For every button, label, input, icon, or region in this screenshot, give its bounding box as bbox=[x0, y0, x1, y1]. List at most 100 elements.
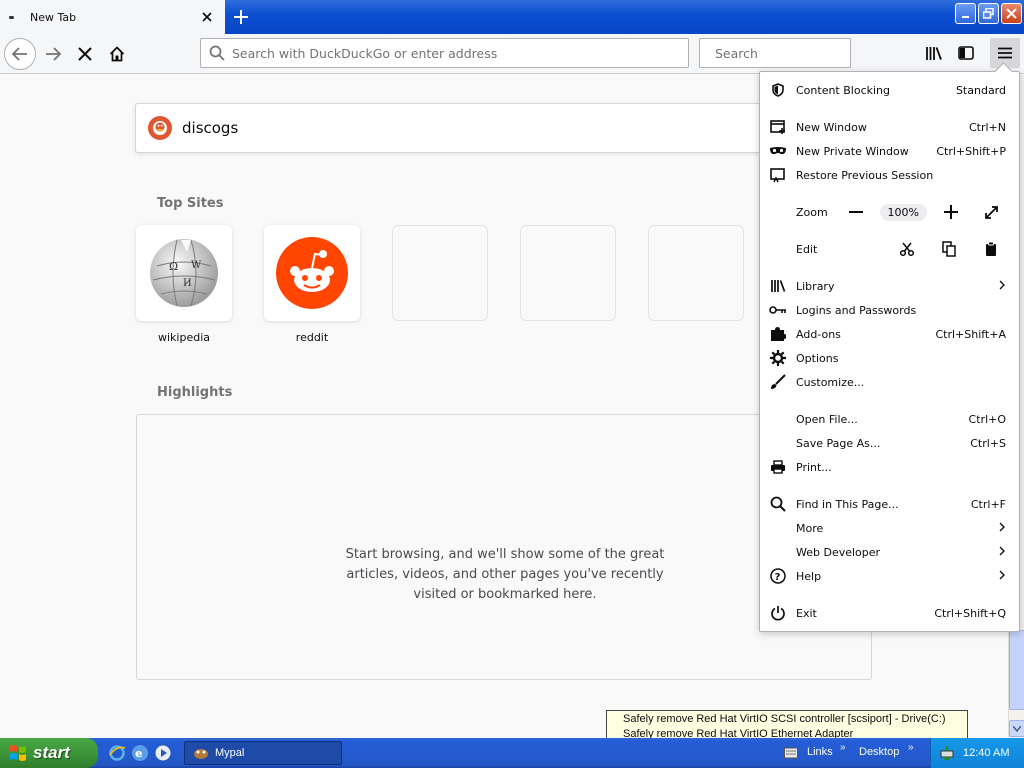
system-tray: 12:40 AM bbox=[930, 738, 1024, 768]
chevron-right-icon bbox=[999, 546, 1005, 559]
duckduckgo-logo-icon bbox=[148, 116, 172, 140]
printer-icon bbox=[760, 455, 796, 479]
windows-logo-icon bbox=[10, 745, 26, 761]
menu-item-restore-session[interactable]: Restore Previous Session bbox=[760, 163, 1019, 187]
new-tab-button[interactable] bbox=[228, 4, 254, 30]
top-site-placeholder[interactable] bbox=[520, 225, 616, 321]
menu-item-library[interactable]: Library bbox=[760, 274, 1019, 298]
fullscreen-button[interactable] bbox=[971, 200, 1011, 224]
top-site-label bbox=[648, 331, 744, 345]
edit-controls bbox=[887, 237, 1011, 261]
restore-icon bbox=[983, 8, 994, 19]
mypal-app-icon bbox=[194, 749, 208, 759]
search-icon bbox=[209, 45, 225, 61]
zoom-out-button[interactable] bbox=[836, 200, 876, 224]
stop-button[interactable] bbox=[69, 38, 101, 70]
start-button[interactable]: start bbox=[0, 738, 98, 768]
menu-item-save-page[interactable]: Save Page As... Ctrl+S bbox=[760, 431, 1019, 455]
menu-item-content-blocking[interactable]: Content Blocking Standard bbox=[760, 78, 1019, 102]
safely-remove-item-ethernet[interactable]: Safely remove Red Hat VirtIO Ethernet Ad… bbox=[623, 728, 967, 738]
search-input[interactable] bbox=[715, 45, 871, 61]
back-arrow-icon bbox=[12, 47, 27, 61]
scrollbar-thumb[interactable] bbox=[1009, 630, 1024, 710]
chevron-down-icon bbox=[1013, 725, 1021, 732]
top-site-tile[interactable] bbox=[264, 225, 360, 321]
help-icon: ? bbox=[760, 564, 796, 588]
top-site-tile[interactable]: Ω W И bbox=[136, 225, 232, 321]
copy-button[interactable] bbox=[927, 237, 971, 261]
minus-icon bbox=[848, 211, 863, 213]
shield-icon bbox=[760, 78, 796, 102]
internet-explorer-icon[interactable] bbox=[108, 744, 126, 762]
address-bar[interactable] bbox=[200, 38, 689, 68]
safely-remove-hardware-icon[interactable] bbox=[939, 745, 955, 761]
menu-item-options[interactable]: Options bbox=[760, 346, 1019, 370]
scroll-down-button[interactable] bbox=[1009, 720, 1024, 737]
home-button[interactable] bbox=[101, 38, 133, 70]
sidebar-button[interactable] bbox=[951, 38, 981, 68]
email-icon[interactable]: e bbox=[131, 744, 149, 762]
menu-item-web-developer[interactable]: Web Developer bbox=[760, 540, 1019, 564]
svg-text:И: И bbox=[183, 278, 192, 289]
safely-remove-popup[interactable]: Safely remove Red Hat VirtIO SCSI contro… bbox=[606, 710, 968, 738]
menu-item-logins[interactable]: Logins and Passwords bbox=[760, 298, 1019, 322]
top-site-label bbox=[520, 331, 616, 345]
top-sites-grid: Ω W И wikipedia reddit bbox=[136, 225, 776, 345]
back-button[interactable] bbox=[4, 38, 36, 70]
taskbar: start e Mypal Links » Desktop » 12:40 AM bbox=[0, 738, 1024, 768]
zoom-reset-button[interactable]: 100% bbox=[879, 203, 927, 221]
menu-item-new-private-window[interactable]: New Private Window Ctrl+Shift+P bbox=[760, 139, 1019, 163]
top-site-label: wikipedia bbox=[157, 331, 210, 344]
forward-button[interactable] bbox=[37, 38, 69, 70]
new-window-icon bbox=[760, 115, 796, 139]
cut-button[interactable] bbox=[887, 237, 927, 261]
search-bar[interactable] bbox=[699, 38, 871, 68]
menu-item-exit[interactable]: Exit Ctrl+Shift+Q bbox=[760, 601, 1019, 625]
top-site-label: reddit bbox=[295, 331, 329, 344]
taskbar-item-mypal[interactable]: Mypal bbox=[184, 741, 342, 765]
safely-remove-item-scsi[interactable]: Safely remove Red Hat VirtIO SCSI contro… bbox=[623, 713, 967, 726]
top-site-placeholder[interactable] bbox=[392, 225, 488, 321]
chevron-right-icon bbox=[999, 570, 1005, 583]
svg-text:W: W bbox=[191, 260, 202, 271]
start-label: start bbox=[33, 743, 70, 762]
address-input[interactable] bbox=[232, 45, 688, 61]
menu-item-open-file[interactable]: Open File... Ctrl+O bbox=[760, 407, 1019, 431]
close-window-button[interactable] bbox=[1001, 3, 1022, 24]
menu-item-customize[interactable]: Customize... bbox=[760, 370, 1019, 394]
links-toolbar[interactable]: Links bbox=[807, 746, 833, 758]
menu-item-find[interactable]: Find in This Page... Ctrl+F bbox=[760, 492, 1019, 516]
paste-button[interactable] bbox=[971, 237, 1011, 261]
top-site-empty[interactable] bbox=[520, 225, 616, 345]
top-site-empty[interactable] bbox=[648, 225, 744, 345]
reddit-logo-icon bbox=[276, 237, 348, 309]
zoom-in-button[interactable] bbox=[931, 200, 971, 224]
restore-session-icon bbox=[760, 163, 796, 187]
top-site-wikipedia[interactable]: Ω W И wikipedia bbox=[136, 225, 232, 345]
navigation-toolbar bbox=[0, 34, 1024, 74]
minimize-button[interactable] bbox=[955, 3, 976, 24]
top-site-empty[interactable] bbox=[392, 225, 488, 345]
library-button[interactable] bbox=[919, 38, 949, 68]
close-tab-button[interactable] bbox=[199, 9, 215, 25]
links-chevron-icon[interactable]: » bbox=[840, 742, 846, 753]
menu-item-more[interactable]: More bbox=[760, 516, 1019, 540]
media-player-icon[interactable] bbox=[154, 744, 172, 762]
clock[interactable]: 12:40 AM bbox=[963, 747, 1009, 759]
menu-item-new-window[interactable]: New Window Ctrl+N bbox=[760, 115, 1019, 139]
tab-new-tab[interactable]: New Tab bbox=[0, 0, 225, 34]
desktop-chevron-icon[interactable]: » bbox=[908, 742, 914, 753]
desktop-toolbar[interactable]: Desktop bbox=[859, 746, 899, 758]
home-icon bbox=[109, 46, 125, 62]
menu-item-addons[interactable]: Add-ons Ctrl+Shift+A bbox=[760, 322, 1019, 346]
search-icon bbox=[760, 492, 796, 516]
menu-item-help[interactable]: ? Help bbox=[760, 564, 1019, 588]
top-site-placeholder[interactable] bbox=[648, 225, 744, 321]
menu-item-print[interactable]: Print... bbox=[760, 455, 1019, 479]
keyboard-icon bbox=[784, 747, 798, 759]
top-site-reddit[interactable]: reddit bbox=[264, 225, 360, 345]
plus-icon bbox=[944, 205, 958, 219]
top-sites-heading: Top Sites bbox=[157, 196, 224, 211]
restore-button[interactable] bbox=[978, 3, 999, 24]
menu-item-edit: Edit bbox=[760, 237, 1019, 261]
